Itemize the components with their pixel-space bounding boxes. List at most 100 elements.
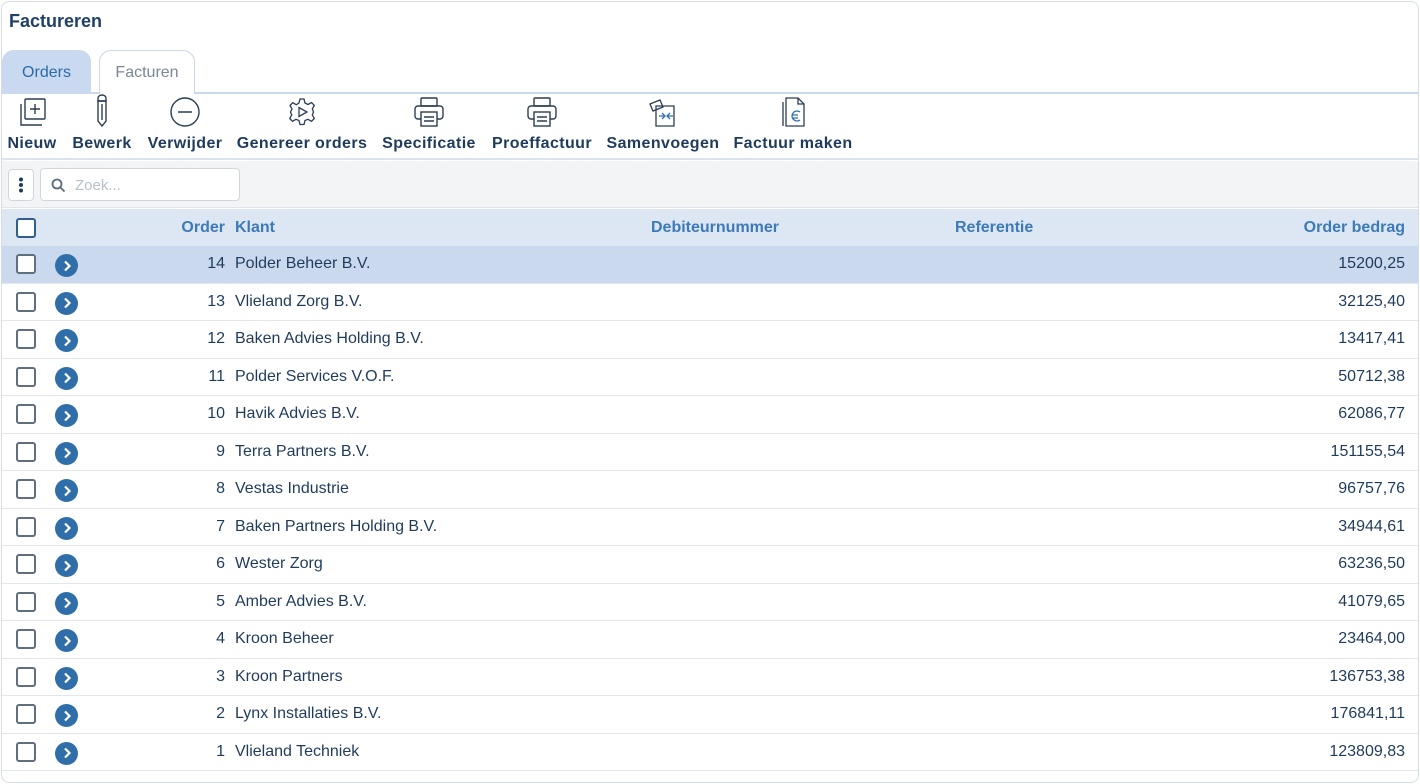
table-row[interactable]: 8 Vestas Industrie 96757,76 [2,471,1418,509]
table-row[interactable]: 11 Polder Services V.O.F. 50712,38 [2,358,1418,396]
gear-play-icon [288,98,316,126]
column-header-order-bedrag[interactable]: Order bedrag [1304,219,1405,237]
table-row[interactable]: 10 Havik Advies B.V. 62086,77 [2,396,1418,434]
delete-label: Verwijder [147,135,223,152]
chevron-right-icon [63,560,71,571]
table-row[interactable]: 7 Baken Partners Holding B.V. 34944,61 [2,508,1418,546]
chevron-right-icon [63,335,71,346]
delete-button[interactable]: Verwijder [146,94,224,160]
client-name: Kroon Beheer [235,630,334,647]
row-checkbox[interactable] [16,366,36,387]
expand-row-button[interactable] [55,666,78,690]
expand-row-button[interactable] [55,291,78,315]
order-amount: 32125,40 [1338,292,1405,310]
table-row[interactable]: 14 Polder Beheer B.V. 15200,25 [2,246,1418,284]
client-name: Vlieland Zorg B.V. [235,292,363,310]
order-amount: 151155,54 [1330,442,1405,460]
select-all-checkbox[interactable] [16,218,36,238]
expand-row-button[interactable] [55,591,78,615]
merge-label: Samenvoegen [606,135,720,152]
expand-row-button[interactable] [55,629,78,652]
search-input[interactable] [75,175,225,195]
row-checkbox[interactable] [16,254,36,274]
order-number: 4 [216,630,225,647]
edit-button[interactable]: Bewerk [72,94,132,160]
table-row[interactable]: 4 Kroon Beheer 23464,00 [2,621,1418,659]
order-amount: 23464,00 [1338,630,1405,647]
toolbar: Nieuw Bewerk Verwijder Genereer orders S… [2,94,1418,160]
row-checkbox[interactable] [16,329,36,349]
order-number: 13 [207,292,225,310]
expand-row-button[interactable] [55,516,78,540]
row-checkbox[interactable] [16,741,36,762]
order-number: 14 [207,255,225,272]
column-header-klant[interactable]: Klant [235,219,275,237]
expand-row-button[interactable] [55,704,78,727]
chevron-right-icon [63,410,71,421]
create-invoice-button[interactable]: Factuur maken [733,94,853,160]
table-body: 14 Polder Beheer B.V. 15200,25 13 Vlieland Z… [2,246,1418,771]
row-checkbox[interactable] [16,404,36,424]
order-number: 8 [216,480,225,497]
row-checkbox[interactable] [16,516,36,537]
table-row[interactable]: 9 Terra Partners B.V. 151155,54 [2,433,1418,471]
table-row[interactable]: 6 Wester Zorg 63236,50 [2,546,1418,584]
client-name: Lynx Installaties B.V. [235,705,382,722]
euro-document-icon [782,97,805,127]
order-amount: 62086,77 [1338,405,1405,422]
table-row[interactable]: 12 Baken Advies Holding B.V. 13417,41 [2,321,1418,359]
search-bar [2,161,1418,208]
order-number: 3 [216,667,225,685]
table-row[interactable]: 3 Kroon Partners 136753,38 [2,658,1418,696]
expand-row-button[interactable] [55,366,78,390]
edit-label: Bewerk [72,135,132,152]
client-name: Havik Advies B.V. [235,405,360,422]
proforma-invoice-button[interactable]: Proeffactuur [491,94,593,160]
search-box [40,168,240,201]
printer-icon [527,97,557,127]
client-name: Baken Advies Holding B.V. [235,330,424,347]
expand-row-button[interactable] [55,404,78,427]
table-row[interactable]: 5 Amber Advies B.V. 41079,65 [2,583,1418,621]
expand-row-button[interactable] [55,254,78,277]
client-name: Polder Beheer B.V. [235,255,371,272]
chevron-right-icon [63,260,71,271]
order-amount: 63236,50 [1338,555,1405,572]
client-name: Baken Partners Holding B.V. [235,517,438,535]
order-amount: 15200,25 [1338,255,1405,272]
expand-row-button[interactable] [55,479,78,502]
column-header-referentie[interactable]: Referentie [955,219,1033,237]
row-checkbox[interactable] [16,666,36,687]
generate-orders-label: Genereer orders [236,135,368,152]
more-options-button[interactable] [8,169,34,201]
table-row[interactable]: 1 Vlieland Techniek 123809,83 [2,733,1418,771]
row-checkbox[interactable] [16,291,36,312]
order-number: 9 [216,442,225,460]
new-button[interactable]: Nieuw [6,94,58,160]
new-label: Nieuw [7,135,57,152]
expand-row-button[interactable] [55,554,78,577]
row-checkbox[interactable] [16,591,36,612]
merge-button[interactable]: Samenvoegen [606,94,720,160]
tab-orders[interactable]: Orders [2,50,91,94]
table-row[interactable]: 13 Vlieland Zorg B.V. 32125,40 [2,283,1418,321]
expand-row-button[interactable] [55,741,78,765]
tab-bar: Orders Facturen [2,50,1418,94]
tab-facturen[interactable]: Facturen [99,50,195,94]
client-name: Terra Partners B.V. [235,442,370,460]
row-checkbox[interactable] [16,704,36,724]
generate-orders-button[interactable]: Genereer orders [237,94,367,160]
row-checkbox[interactable] [16,441,36,462]
expand-row-button[interactable] [55,329,78,352]
order-amount: 123809,83 [1329,742,1405,760]
chevron-right-icon [63,672,71,684]
row-checkbox[interactable] [16,479,36,499]
column-header-debiteurnummer[interactable]: Debiteurnummer [651,219,779,237]
expand-row-button[interactable] [55,441,78,465]
specification-button[interactable]: Specificatie [380,94,478,160]
order-number: 10 [207,405,225,422]
column-header-order[interactable]: Order [181,219,225,237]
row-checkbox[interactable] [16,554,36,574]
table-row[interactable]: 2 Lynx Installaties B.V. 176841,11 [2,696,1418,734]
row-checkbox[interactable] [16,629,36,649]
